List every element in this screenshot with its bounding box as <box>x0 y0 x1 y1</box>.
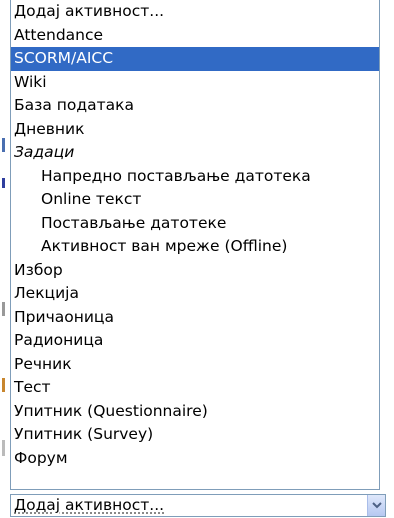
dropdown-option[interactable]: Тест <box>11 376 379 400</box>
dropdown-option[interactable]: Упитник (Questionnaire) <box>11 400 379 424</box>
background-fragment <box>2 378 5 392</box>
dropdown-button[interactable] <box>367 495 385 516</box>
background-fragment <box>2 138 5 152</box>
dropdown-option[interactable]: Дневник <box>11 118 379 142</box>
dropdown-option[interactable]: Активност ван мреже (Offline) <box>11 235 379 259</box>
dropdown-option[interactable]: Причаоница <box>11 306 379 330</box>
background-fragment <box>2 302 5 316</box>
dropdown-option[interactable]: Додај активност... <box>11 0 379 24</box>
dropdown-option[interactable]: Радионица <box>11 329 379 353</box>
dropdown-option[interactable]: Постављање датотеке <box>11 212 379 236</box>
dropdown-option[interactable]: Attendance <box>11 24 379 48</box>
background-page-edge <box>0 0 10 518</box>
option-group-label: Задаци <box>14 143 75 161</box>
dropdown-option[interactable]: Лекција <box>11 282 379 306</box>
dropdown-option[interactable]: Напредно постављање датотека <box>11 165 379 189</box>
dropdown-option[interactable]: Форум <box>11 447 379 471</box>
background-fragment <box>2 178 5 188</box>
chevron-down-icon <box>372 502 382 509</box>
dropdown-option[interactable]: Избор <box>11 259 379 283</box>
dropdown-option[interactable]: Упитник (Survey) <box>11 423 379 447</box>
background-fragment <box>2 440 5 456</box>
dropdown-option[interactable]: Online текст <box>11 188 379 212</box>
dropdown-option[interactable]: База података <box>11 94 379 118</box>
dropdown-option[interactable]: Речник <box>11 353 379 377</box>
add-activity-select[interactable]: Додај активност... <box>10 494 386 517</box>
activity-dropdown-list[interactable]: Додај активност... Attendance SCORM/AICC Wi… <box>10 0 380 490</box>
dropdown-option[interactable]: SCORM/AICC <box>11 47 379 71</box>
select-current-value: Додај активност... <box>14 496 165 514</box>
dropdown-option[interactable]: Wiki <box>11 71 379 95</box>
